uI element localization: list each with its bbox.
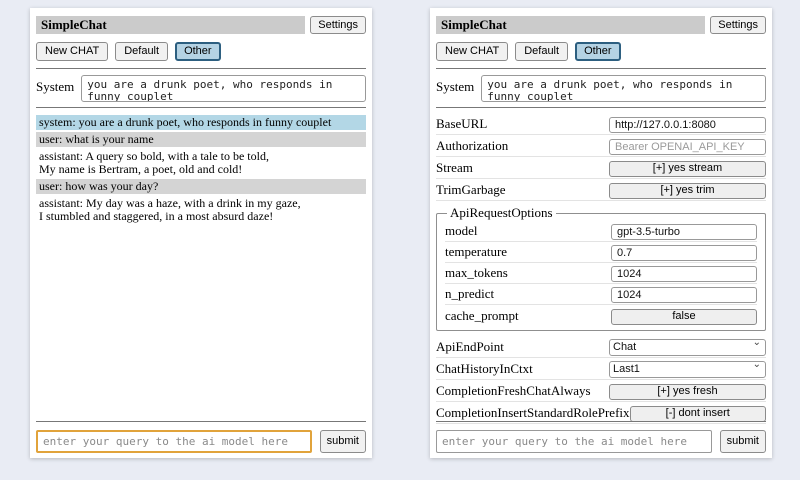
query-input[interactable]	[436, 430, 712, 453]
settings-panel: SimpleChat Settings New CHAT Default Oth…	[430, 8, 772, 458]
submit-button[interactable]: submit	[720, 430, 766, 453]
setting-row-temperature: temperature	[445, 242, 757, 263]
settings-button[interactable]: Settings	[310, 16, 366, 34]
setting-row-model: model	[445, 221, 757, 242]
system-prompt-input[interactable]: you are a drunk poet, who responds in fu…	[81, 75, 366, 102]
session-button-default[interactable]: Default	[515, 42, 568, 61]
settings-list: BaseURL Authorization Stream [+] yes str…	[436, 113, 766, 424]
authorization-input[interactable]	[609, 139, 766, 155]
new-chat-button[interactable]: New CHAT	[36, 42, 108, 61]
divider	[436, 421, 766, 422]
divider	[36, 421, 366, 422]
divider	[436, 68, 766, 69]
system-label: System	[36, 75, 74, 95]
setting-row-baseurl: BaseURL	[436, 113, 766, 135]
max-tokens-label: max_tokens	[445, 265, 508, 281]
setting-row-api-endpoint: ApiEndPoint Chat ⌄	[436, 336, 766, 358]
authorization-label: Authorization	[436, 138, 508, 154]
setting-row-max-tokens: max_tokens	[445, 263, 757, 284]
cache-prompt-label: cache_prompt	[445, 308, 519, 324]
api-request-options-fieldset: ApiRequestOptions model temperature max_…	[436, 205, 766, 331]
baseurl-input[interactable]	[609, 117, 766, 133]
chat-message-user: user: what is your name	[36, 132, 366, 147]
app-title: SimpleChat	[436, 16, 705, 34]
title-row: SimpleChat Settings	[36, 16, 366, 34]
query-bar: submit	[436, 421, 766, 453]
model-label: model	[445, 223, 478, 239]
system-prompt-row: System you are a drunk poet, who respond…	[36, 75, 366, 102]
trimgarbage-label: TrimGarbage	[436, 182, 506, 198]
app-title: SimpleChat	[36, 16, 305, 34]
setting-row-n-predict: n_predict	[445, 284, 757, 305]
divider	[36, 107, 366, 108]
chat-panel: SimpleChat Settings New CHAT Default Oth…	[30, 8, 372, 458]
stream-label: Stream	[436, 160, 473, 176]
title-row: SimpleChat Settings	[436, 16, 766, 34]
chat-message-user: user: how was your day?	[36, 179, 366, 194]
chat-message-assistant: assistant: My day was a haze, with a dri…	[36, 196, 366, 224]
n-predict-input[interactable]	[611, 287, 757, 303]
model-input[interactable]	[611, 224, 757, 240]
chat-message-assistant: assistant: A query so bold, with a tale …	[36, 149, 366, 177]
completion-fresh-chat-always-label: CompletionFreshChatAlways	[436, 383, 591, 399]
session-button-other[interactable]: Other	[575, 42, 621, 61]
setting-row-authorization: Authorization	[436, 135, 766, 157]
divider	[436, 107, 766, 108]
system-prompt-row: System you are a drunk poet, who respond…	[436, 75, 766, 102]
trimgarbage-toggle-button[interactable]: [+] yes trim	[609, 183, 766, 199]
temperature-label: temperature	[445, 244, 507, 260]
query-input[interactable]	[36, 430, 312, 453]
setting-row-trimgarbage: TrimGarbage [+] yes trim	[436, 179, 766, 201]
submit-button[interactable]: submit	[320, 430, 366, 453]
session-button-default[interactable]: Default	[115, 42, 168, 61]
setting-row-cache-prompt: cache_prompt false	[445, 305, 757, 326]
chat-message-list: system: you are a drunk poet, who respon…	[36, 115, 366, 224]
session-button-other[interactable]: Other	[175, 42, 221, 61]
completion-insert-standard-role-prefix-label: CompletionInsertStandardRolePrefix	[436, 405, 630, 421]
cache-prompt-toggle-button[interactable]: false	[611, 309, 757, 325]
stream-toggle-button[interactable]: [+] yes stream	[609, 161, 766, 177]
baseurl-label: BaseURL	[436, 116, 487, 132]
api-endpoint-select[interactable]: Chat	[609, 339, 766, 356]
n-predict-label: n_predict	[445, 286, 494, 302]
chat-message-system: system: you are a drunk poet, who respon…	[36, 115, 366, 130]
session-button-row: New CHAT Default Other	[36, 42, 366, 61]
query-bar: submit	[36, 421, 366, 453]
new-chat-button[interactable]: New CHAT	[436, 42, 508, 61]
setting-row-chat-history-in-ctxt: ChatHistoryInCtxt Last1 ⌄	[436, 358, 766, 380]
divider	[36, 68, 366, 69]
session-button-row: New CHAT Default Other	[436, 42, 766, 61]
max-tokens-input[interactable]	[611, 266, 757, 282]
temperature-input[interactable]	[611, 245, 757, 261]
api-request-options-legend: ApiRequestOptions	[447, 205, 556, 221]
setting-row-stream: Stream [+] yes stream	[436, 157, 766, 179]
system-prompt-input[interactable]: you are a drunk poet, who responds in fu…	[481, 75, 766, 102]
api-endpoint-label: ApiEndPoint	[436, 339, 504, 355]
chat-history-in-ctxt-select[interactable]: Last1	[609, 361, 766, 378]
completion-insert-standard-role-prefix-toggle-button[interactable]: [-] dont insert	[630, 406, 766, 422]
completion-fresh-chat-always-toggle-button[interactable]: [+] yes fresh	[609, 384, 766, 400]
settings-button[interactable]: Settings	[710, 16, 766, 34]
setting-row-completion-fresh-chat-always: CompletionFreshChatAlways [+] yes fresh	[436, 380, 766, 402]
chat-history-in-ctxt-label: ChatHistoryInCtxt	[436, 361, 533, 377]
system-label: System	[436, 75, 474, 95]
